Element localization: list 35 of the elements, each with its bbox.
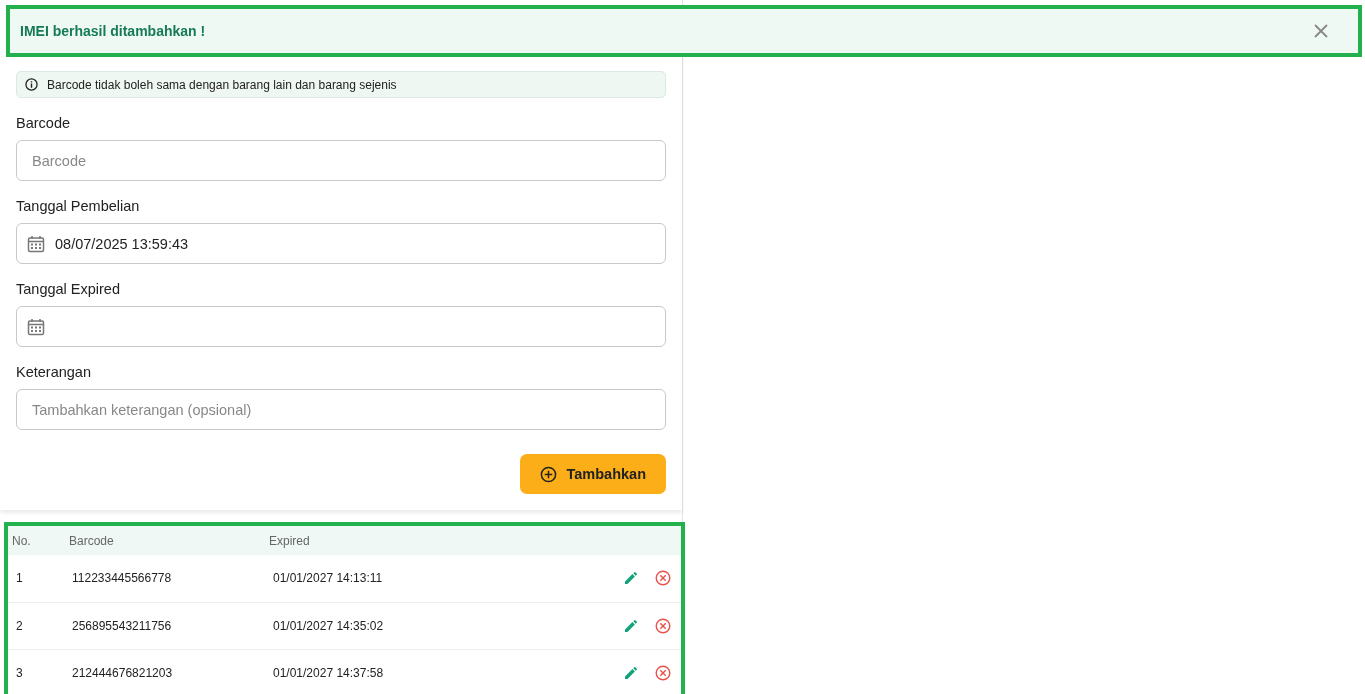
table-cell-text: 01/01/2027 14:37:58	[273, 666, 385, 681]
delete-icon[interactable]	[655, 570, 671, 587]
text-field[interactable]: Barcode	[16, 140, 666, 181]
table-cell-text: 1	[15, 571, 24, 586]
table-cell-text: 01/01/2027 14:13:11	[273, 571, 384, 586]
table-cell-text: 212444676821203	[71, 666, 174, 681]
column-header: Barcode	[69, 533, 115, 548]
field-label: Tanggal Expired	[16, 281, 121, 297]
field-label: Barcode	[16, 115, 71, 131]
calendar-icon	[27, 317, 45, 336]
table-cell-text: 256895543211756	[71, 618, 173, 633]
pencil-icon[interactable]	[624, 618, 638, 633]
date-input[interactable]: 08/07/2025 13:59:43	[55, 235, 650, 252]
delete-icon[interactable]	[655, 665, 671, 682]
table-cell-text: 3	[15, 666, 24, 681]
table-cell-text: 2	[15, 618, 24, 633]
text-field[interactable]: Tambahkan keterangan (opsional)	[16, 389, 666, 430]
info-icon	[25, 78, 38, 91]
plus-circle-icon	[540, 465, 558, 483]
add-button[interactable]: Tambahkan	[520, 454, 666, 494]
column-header: Expired	[269, 533, 311, 548]
table-cell-text: 112233445566778	[71, 571, 173, 586]
calendar-icon	[27, 234, 45, 253]
date-field[interactable]	[16, 306, 666, 347]
pencil-icon[interactable]	[624, 571, 638, 586]
delete-icon[interactable]	[655, 617, 671, 634]
pencil-icon[interactable]	[624, 666, 638, 681]
field-label: Keterangan	[16, 364, 92, 380]
table-cell-text: 01/01/2027 14:35:02	[273, 618, 385, 633]
close-icon[interactable]	[1314, 24, 1328, 38]
date-field[interactable]: 08/07/2025 13:59:43	[16, 223, 666, 264]
column-header: No.	[11, 533, 32, 548]
field-label: Tanggal Pembelian	[16, 198, 141, 214]
toast-message: IMEI berhasil ditambahkan !	[20, 23, 206, 39]
info-text: Barcode tidak boleh sama dengan barang lain dan barang sejenis	[47, 77, 397, 92]
